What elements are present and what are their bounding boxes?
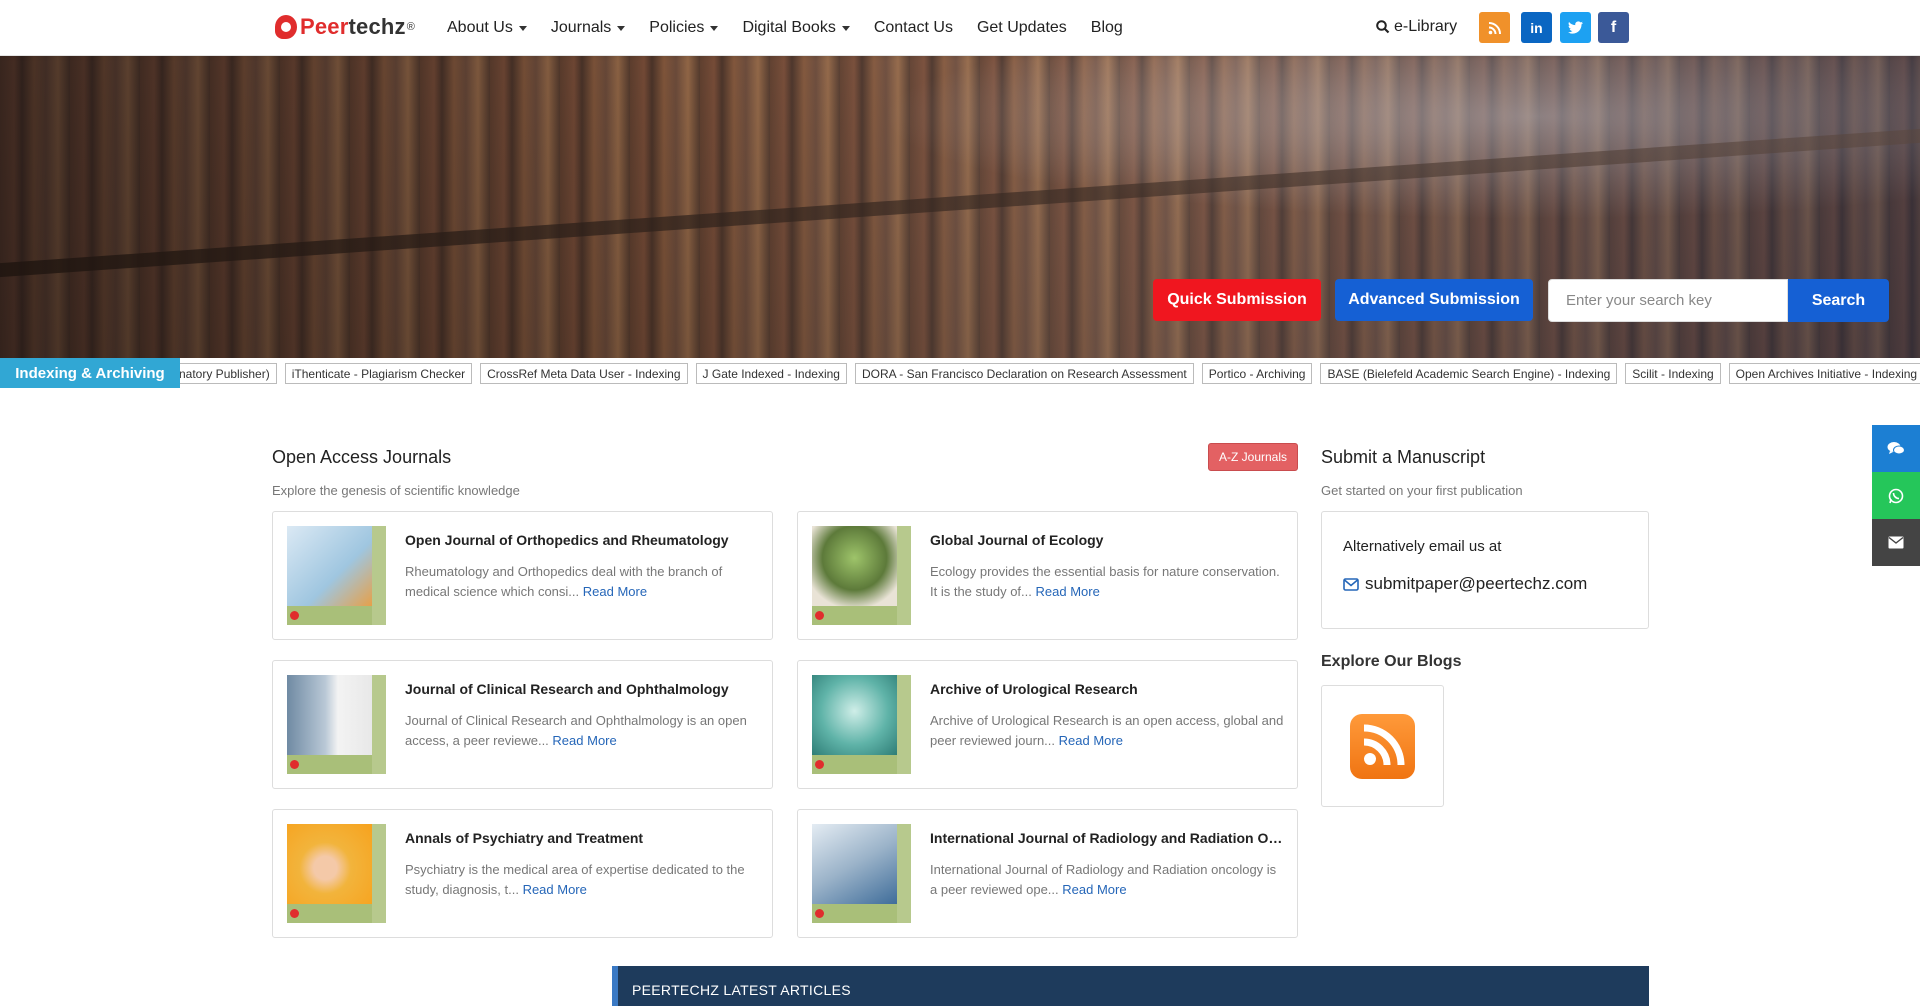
nav-get-updates[interactable]: Get Updates: [977, 19, 1067, 37]
journal-description: Psychiatry is the medical area of expert…: [405, 862, 745, 897]
manuscript-section-subtitle: Get started on your first publication: [1321, 483, 1523, 498]
journals-section-subtitle: Explore the genesis of scientific knowle…: [272, 483, 520, 498]
whatsapp-icon: [1888, 488, 1904, 503]
rss-button[interactable]: [1479, 12, 1510, 43]
search-button[interactable]: Search: [1788, 279, 1889, 322]
ticker-item[interactable]: BASE (Bielefeld Academic Search Engine) …: [1320, 363, 1618, 384]
ticker-item[interactable]: Scilit - Indexing: [1625, 363, 1721, 384]
top-navbar: Peertechz ® About Us Journals Policies D…: [0, 0, 1920, 56]
caret-down-icon: [617, 25, 626, 31]
nav-contact-us[interactable]: Contact Us: [874, 19, 953, 37]
envelope-icon: [1888, 536, 1904, 549]
indexing-ticker: Indexing & Archiving natory Publisher) i…: [0, 358, 1920, 388]
email-box: Alternatively email us at submitpaper@pe…: [1321, 511, 1649, 629]
alt-email-text: Alternatively email us at: [1343, 538, 1502, 555]
ticker-item[interactable]: Portico - Archiving: [1201, 363, 1313, 384]
journal-cover[interactable]: [287, 675, 386, 774]
envelope-icon: [1343, 577, 1359, 591]
whatsapp-button[interactable]: [1872, 472, 1920, 519]
advanced-submission-button[interactable]: Advanced Submission: [1335, 279, 1533, 321]
read-more-link[interactable]: Read More: [523, 882, 587, 897]
search-input[interactable]: [1548, 279, 1788, 322]
journal-card[interactable]: Global Journal of Ecology Ecology provid…: [797, 511, 1298, 640]
journal-description: Ecology provides the essential basis for…: [930, 564, 1280, 599]
linkedin-icon: in: [1530, 19, 1543, 36]
journal-description: Rheumatology and Orthopedics deal with t…: [405, 564, 723, 599]
email-link[interactable]: submitpaper@peertechz.com: [1343, 574, 1587, 594]
ticker-item[interactable]: Open Archives Initiative - Indexing: [1728, 363, 1920, 384]
ticker-track: natory Publisher) iThenticate - Plagiari…: [172, 363, 1920, 384]
caret-down-icon: [710, 25, 719, 31]
search-icon: [1376, 20, 1390, 34]
caret-down-icon: [518, 25, 527, 31]
rss-icon: [1488, 21, 1501, 34]
journal-description: International Journal of Radiology and R…: [930, 862, 1277, 897]
journal-description: Archive of Urological Research is an ope…: [930, 713, 1284, 748]
facebook-button[interactable]: f: [1598, 12, 1629, 43]
nav-digital-books[interactable]: Digital Books: [742, 19, 850, 37]
ticker-item[interactable]: iThenticate - Plagiarism Checker: [284, 363, 473, 384]
manuscript-section-title: Submit a Manuscript: [1321, 447, 1486, 467]
linkedin-button[interactable]: in: [1521, 12, 1552, 43]
read-more-link[interactable]: Read More: [552, 733, 616, 748]
journal-title[interactable]: Archive of Urological Research: [930, 681, 1290, 697]
journal-card[interactable]: Open Journal of Orthopedics and Rheumato…: [272, 511, 773, 640]
quick-submission-button[interactable]: Quick Submission: [1153, 279, 1321, 321]
logo-text-prefix: Peer: [300, 14, 349, 39]
journal-title[interactable]: Open Journal of Orthopedics and Rheumato…: [405, 532, 765, 548]
latest-articles-bar: PEERTECHZ LATEST ARTICLES: [612, 966, 1649, 1006]
ticker-item[interactable]: DORA - San Francisco Declaration on Rese…: [854, 363, 1194, 384]
journal-card[interactable]: Archive of Urological Research Archive o…: [797, 660, 1298, 789]
journal-card[interactable]: International Journal of Radiology and R…: [797, 809, 1298, 938]
facebook-icon: f: [1610, 18, 1617, 36]
logo-icon: [275, 15, 297, 39]
nav-journals[interactable]: Journals: [551, 19, 626, 37]
ticker-item[interactable]: CrossRef Meta Data User - Indexing: [480, 363, 688, 384]
journal-cover[interactable]: [287, 526, 386, 625]
ticker-item[interactable]: J Gate Indexed - Indexing: [695, 363, 847, 384]
journal-card[interactable]: Journal of Clinical Research and Ophthal…: [272, 660, 773, 789]
read-more-link[interactable]: Read More: [1036, 584, 1100, 599]
peertechz-logo[interactable]: Peertechz ®: [275, 14, 415, 40]
twitter-icon: [1568, 21, 1583, 34]
rss-icon: [1350, 713, 1415, 779]
nav-about-us[interactable]: About Us: [447, 19, 527, 37]
chat-button[interactable]: [1872, 425, 1920, 472]
journal-title[interactable]: Annals of Psychiatry and Treatment: [405, 830, 765, 846]
read-more-link[interactable]: Read More: [1059, 733, 1123, 748]
journal-card[interactable]: Annals of Psychiatry and Treatment Psych…: [272, 809, 773, 938]
nav-policies[interactable]: Policies: [649, 19, 719, 37]
main-menu: About Us Journals Policies Digital Books…: [447, 0, 1147, 56]
journal-title[interactable]: Journal of Clinical Research and Ophthal…: [405, 681, 765, 697]
journal-title[interactable]: International Journal of Radiology and R…: [930, 830, 1290, 846]
twitter-button[interactable]: [1560, 12, 1591, 43]
journal-title[interactable]: Global Journal of Ecology: [930, 532, 1290, 548]
journals-section-title: Open Access Journals: [272, 447, 452, 467]
ticker-item[interactable]: natory Publisher): [172, 363, 277, 384]
journal-cover[interactable]: [812, 824, 911, 923]
nav-blog[interactable]: Blog: [1091, 19, 1123, 37]
email-float-button[interactable]: [1872, 519, 1920, 566]
chat-icon: [1887, 442, 1905, 455]
az-journals-button[interactable]: A-Z Journals: [1208, 443, 1298, 471]
ticker-label: Indexing & Archiving: [0, 358, 180, 388]
journal-cover[interactable]: [812, 675, 911, 774]
blogs-section-title: Explore Our Blogs: [1321, 653, 1462, 670]
read-more-link[interactable]: Read More: [583, 584, 647, 599]
journal-description: Journal of Clinical Research and Ophthal…: [405, 713, 747, 748]
registered-mark: ®: [406, 21, 415, 33]
blog-rss-card[interactable]: [1321, 685, 1444, 807]
journal-cover[interactable]: [812, 526, 911, 625]
journal-cover[interactable]: [287, 824, 386, 923]
read-more-link[interactable]: Read More: [1062, 882, 1126, 897]
logo-text-suffix: techz: [348, 14, 406, 39]
elibrary-link[interactable]: e-Library: [1376, 18, 1457, 36]
caret-down-icon: [841, 25, 850, 31]
